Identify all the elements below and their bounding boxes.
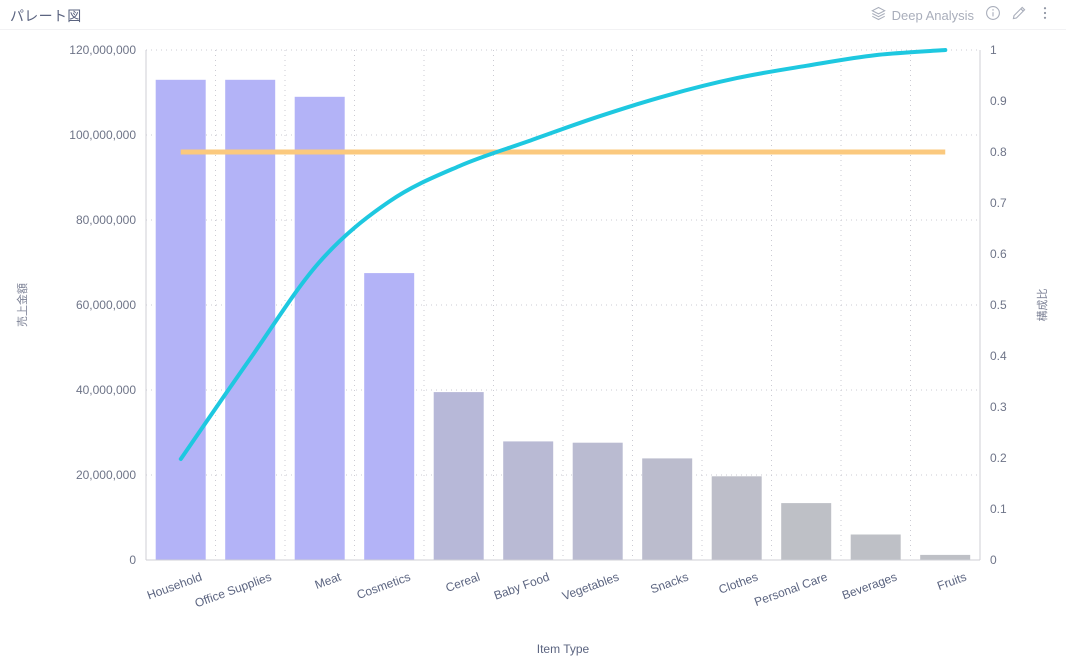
- y-axis-left-tick-label: 40,000,000: [76, 383, 136, 397]
- y-axis-left-tick-label: 20,000,000: [76, 468, 136, 482]
- x-axis-category-label: Fruits: [935, 570, 968, 593]
- x-axis-category-label: Cereal: [444, 570, 482, 595]
- deep-analysis-label: Deep Analysis: [891, 7, 974, 23]
- y-axis-left-tick-label: 0: [129, 553, 136, 567]
- y-axis-right-tick-label: 0.1: [990, 502, 1007, 516]
- y-axis-right-tick-label: 0.6: [990, 247, 1007, 261]
- x-axis-category-label: Baby Food: [492, 570, 551, 603]
- bar[interactable]: [920, 554, 971, 560]
- bar[interactable]: [781, 503, 832, 560]
- edit-button[interactable]: [1006, 4, 1032, 26]
- bar[interactable]: [850, 534, 901, 561]
- info-icon: [985, 5, 1001, 26]
- header-toolbar: Deep Analysis: [865, 4, 1058, 26]
- x-axis-category-label: Meat: [313, 569, 343, 592]
- y-axis-right-tick-label: 1: [990, 43, 997, 57]
- more-vertical-icon: [1037, 5, 1053, 26]
- y-axis-right-tick-label: 0.9: [990, 94, 1007, 108]
- x-axis-category-label: Personal Care: [752, 570, 829, 610]
- y-axis-right-tick-label: 0.8: [990, 145, 1007, 159]
- bar[interactable]: [711, 476, 762, 560]
- chart-canvas: 0 20,000,000 40,000,000 60,000,000 80,000,00…: [0, 30, 1066, 670]
- y-axis-right-tick-label: 0.7: [990, 196, 1007, 210]
- widget-header: パレート図 Deep Analysis: [0, 0, 1066, 30]
- y-axis-right-tick-label: 0.2: [990, 451, 1007, 465]
- y-axis-left-tick-label: 120,000,000: [69, 43, 136, 57]
- bar[interactable]: [503, 441, 554, 560]
- x-axis-category-label: Beverages: [840, 570, 899, 603]
- bar[interactable]: [433, 392, 484, 560]
- pencil-edit-icon: [1011, 5, 1027, 26]
- y-axis-left-title: 売上金額: [15, 283, 29, 327]
- y-axis-right-tick-label: 0.5: [990, 298, 1007, 312]
- bar[interactable]: [572, 442, 623, 560]
- bar[interactable]: [364, 273, 415, 560]
- y-axis-right-tick-label: 0.4: [990, 349, 1007, 363]
- pareto-svg: 0 20,000,000 40,000,000 60,000,000 80,000,00…: [15, 43, 1049, 656]
- bar[interactable]: [294, 96, 345, 561]
- y-axis-left-tick-label: 80,000,000: [76, 213, 136, 227]
- x-axis-category-label: Clothes: [717, 570, 760, 597]
- y-axis-right-tick-label: 0.3: [990, 400, 1007, 414]
- pareto-chart-widget: パレート図 Deep Analysis 0 20,000,000 40,000,…: [0, 0, 1066, 670]
- page-title: パレート図: [10, 8, 82, 24]
- x-axis-category-label: Cosmetics: [355, 570, 412, 602]
- x-axis-category-label: Vegetables: [560, 570, 621, 603]
- more-options-button[interactable]: [1032, 4, 1058, 26]
- deep-analysis-button[interactable]: Deep Analysis: [865, 4, 980, 26]
- info-button[interactable]: [980, 4, 1006, 26]
- y-axis-left-tick-label: 60,000,000: [76, 298, 136, 312]
- x-axis-category-label: Snacks: [649, 570, 691, 597]
- layers-icon: [870, 6, 886, 24]
- y-axis-left-tick-label: 100,000,000: [69, 128, 136, 142]
- y-axis-right-title: 構成比: [1036, 289, 1049, 322]
- x-axis-category-label: Office Supplies: [193, 570, 273, 611]
- bar[interactable]: [642, 458, 693, 560]
- y-axis-right-tick-label: 0: [990, 553, 997, 567]
- x-axis-title: Item Type: [537, 642, 590, 656]
